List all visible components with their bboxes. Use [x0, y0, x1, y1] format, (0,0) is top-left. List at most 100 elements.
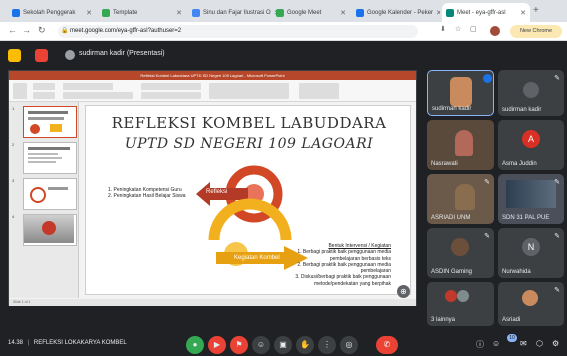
activities-icon[interactable]: ◎: [340, 336, 358, 354]
participant-video: [506, 180, 556, 208]
participant-name: 3 lainnya: [431, 317, 456, 323]
raise-hand-icon[interactable]: ✋: [296, 336, 314, 354]
paragraph-buttons: [141, 92, 201, 99]
back-icon[interactable]: ←: [8, 25, 17, 35]
thumb-number: 3: [12, 178, 15, 183]
tab-title: Meet - eya-gffr-asl: [457, 9, 506, 16]
ribbon-control: [33, 92, 55, 99]
zoom-icon[interactable]: ⊕: [397, 285, 410, 298]
muted-icon: ✎: [554, 287, 560, 294]
arrow-label: Refleksi: [206, 189, 228, 195]
profile-avatar[interactable]: [490, 26, 500, 36]
reload-icon[interactable]: ↻: [38, 25, 46, 36]
thumb-number: 2: [12, 142, 15, 147]
emoji-icon[interactable]: ☺: [252, 336, 270, 354]
tab-title: Google Meet: [287, 9, 322, 16]
avatar: [457, 290, 469, 302]
participant-video: [455, 184, 475, 210]
hangup-icon[interactable]: ✆: [376, 336, 398, 354]
participant-name: Asriadi: [502, 317, 521, 323]
presentation-stage: Refleksi Kombel Labuddara UPTD SD Negeri…: [8, 70, 417, 306]
stop-presenting-icon[interactable]: [35, 49, 48, 62]
tab-title: Sinu dan Fajar Ilustrasi O: [203, 9, 271, 16]
bookmark-star-icon[interactable]: ☆: [455, 25, 461, 33]
more-icon[interactable]: ⋮: [318, 336, 336, 354]
participant-tile[interactable]: A Asma Juddin: [498, 120, 564, 170]
format-buttons: [63, 92, 133, 99]
participant-count-badge: 10: [507, 334, 517, 342]
participant-name: Nasrawati: [431, 161, 458, 167]
tab-meet-active[interactable]: Meet - eya-gffr-asl ✕: [442, 3, 530, 22]
powerpoint-title-bar: Refleksi Kombel Labuddara UPTD SD Negeri…: [9, 71, 416, 80]
mic-icon[interactable]: ●: [186, 336, 204, 354]
new-tab-icon[interactable]: +: [533, 5, 539, 16]
muted-icon: ✎: [484, 179, 490, 186]
tab-sekolah-penggerak[interactable]: Sekolah Penggerak ✕: [8, 3, 96, 22]
presentation-icon[interactable]: [8, 49, 21, 62]
participant-video: [455, 130, 473, 156]
presenter-label: sudirman kadir (Presentasi): [79, 50, 165, 57]
participant-video: [450, 77, 472, 107]
tab-google-meet[interactable]: Google Meet ✕: [272, 3, 350, 22]
close-icon[interactable]: ✕: [520, 9, 526, 17]
download-icon[interactable]: ⬇: [440, 25, 446, 33]
tab-ilustrasi[interactable]: Sinu dan Fajar Ilustrasi O ✕: [188, 3, 276, 22]
slide-thumbnail-pane: 1 2 3 4: [9, 102, 79, 298]
people-icon[interactable]: ☺: [492, 339, 500, 348]
tab-title: Template: [113, 9, 138, 16]
tab-template[interactable]: Template ✕: [98, 3, 186, 22]
slide-thumbnail[interactable]: [23, 106, 77, 138]
tab-favicon-icon: [356, 8, 364, 17]
participant-tile[interactable]: N ✎ Nurwahida: [498, 228, 564, 278]
url-input[interactable]: 🔒 meet.google.com/eya-gffr-asl?authuser=…: [58, 25, 418, 38]
forward-icon[interactable]: →: [22, 25, 31, 35]
participant-tile[interactable]: ✎ sudirman kadir: [498, 70, 564, 116]
meeting-time: 14.38: [8, 340, 24, 346]
lock-icon: 🔒: [61, 28, 69, 34]
present-icon[interactable]: ▣: [274, 336, 292, 354]
note-line: 3. Diskusi/berbagi praktik baik pengguna…: [295, 274, 391, 287]
muted-icon: ✎: [554, 233, 560, 240]
avatar: [523, 82, 539, 98]
participant-tile[interactable]: Nasrawati: [427, 120, 494, 170]
camera-icon[interactable]: ▶: [208, 336, 226, 354]
participant-tile[interactable]: ✎ ASDIN Gaming: [427, 228, 494, 278]
participant-tile[interactable]: sudirman kadir: [427, 70, 494, 116]
meeting-separator: |: [27, 340, 30, 346]
tab-title: Sekolah Penggerak: [23, 9, 76, 16]
tab-favicon-icon: [276, 8, 284, 17]
close-icon[interactable]: ✕: [86, 9, 92, 17]
participant-name: ASDIN Gaming: [431, 269, 473, 275]
tab-title: Google Kalender - Peker: [367, 9, 434, 16]
slide-thumbnail[interactable]: [23, 178, 77, 210]
extensions-icon[interactable]: ▢: [470, 25, 477, 33]
avatar: [522, 290, 538, 306]
url-text: meet.google.com/eya-gffr-asl?authuser=2: [70, 28, 182, 34]
participant-name: ASRIADI UNM: [431, 215, 471, 221]
lock-icon[interactable]: ⚙: [552, 339, 559, 348]
activities-icon[interactable]: ⬡: [536, 339, 543, 348]
meeting-info: 14.38 | REFLEKSI LOKAKARYA KOMBEL: [8, 340, 127, 346]
more-options-icon[interactable]: ✎: [554, 74, 560, 82]
slide-thumbnail[interactable]: [23, 142, 77, 174]
close-icon[interactable]: ✕: [436, 9, 440, 17]
close-icon[interactable]: ✕: [340, 9, 346, 17]
tab-google-kalender[interactable]: Google Kalender - Peker ✕: [352, 3, 440, 22]
close-icon[interactable]: ✕: [176, 9, 182, 17]
captions-icon[interactable]: ⚑: [230, 336, 248, 354]
avatar: [451, 238, 469, 256]
meeting-title: REFLEKSI LOKAKARYA KOMBEL: [33, 340, 127, 346]
chrome-update-button[interactable]: New Chrome available: [510, 25, 562, 47]
thumb-number: 1: [12, 106, 15, 111]
participant-name: sudirman kadir: [502, 107, 542, 113]
participant-tile[interactable]: ✎ Asriadi: [498, 282, 564, 326]
ribbon-control: [33, 83, 55, 90]
info-icon[interactable]: ⓘ: [476, 339, 484, 350]
participant-tile[interactable]: 3 lainnya: [427, 282, 494, 326]
slide-thumbnail[interactable]: [23, 214, 77, 246]
participant-tile[interactable]: ✎ SDN 31 PAL PUE: [498, 174, 564, 224]
tab-favicon-icon: [102, 8, 110, 17]
arrow-label: Kegiatan Kombel: [234, 255, 280, 261]
participant-tile[interactable]: ✎ ASRIADI UNM: [427, 174, 494, 224]
chat-icon[interactable]: ✉: [520, 339, 527, 348]
